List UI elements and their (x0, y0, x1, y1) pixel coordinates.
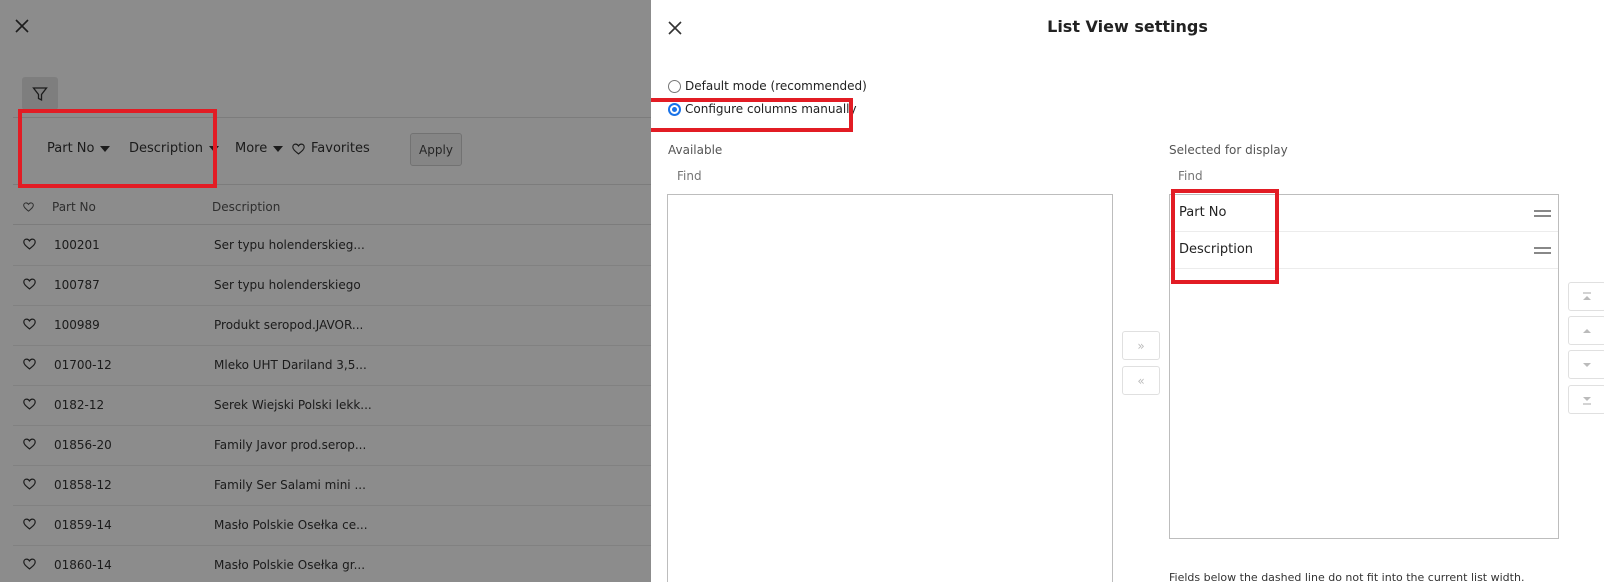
move-left-button[interactable]: « (1122, 366, 1160, 395)
radio-configure-manually[interactable]: Configure columns manually (668, 102, 857, 116)
panel-title: List View settings (1047, 17, 1208, 36)
radio-default-mode[interactable]: Default mode (recommended) (668, 79, 867, 93)
drag-handle-icon[interactable] (1534, 247, 1551, 254)
selected-item-label: Description (1179, 242, 1254, 257)
radio-label: Default mode (recommended) (685, 79, 867, 93)
move-to-bottom-icon (1583, 396, 1591, 405)
selected-label: Selected for display (1169, 143, 1288, 157)
move-to-bottom-button[interactable] (1568, 385, 1604, 414)
move-right-button[interactable]: » (1122, 331, 1160, 360)
available-find-input[interactable] (675, 168, 1099, 184)
radio-button[interactable] (668, 102, 681, 116)
background-list-page: Part No Description More Favorites Apply… (0, 0, 651, 582)
available-label: Available (668, 143, 723, 157)
available-list[interactable] (667, 194, 1113, 582)
move-up-button[interactable] (1568, 316, 1604, 345)
chevron-up-icon (1583, 328, 1591, 333)
move-to-top-button[interactable] (1568, 282, 1604, 311)
move-to-top-icon (1583, 291, 1591, 300)
radio-label: Configure columns manually (685, 102, 857, 116)
dashed-line-note: Fields below the dashed line do not fit … (1169, 571, 1525, 582)
move-down-button[interactable] (1568, 350, 1604, 379)
radio-button[interactable] (668, 79, 681, 93)
selected-item-label: Part No (1179, 205, 1227, 220)
modal-overlay[interactable] (0, 0, 651, 582)
selected-find-input[interactable] (1176, 168, 1540, 184)
double-chevron-left-icon: « (1137, 373, 1145, 388)
list-view-settings-panel: List View settings Default mode (recomme… (651, 0, 1604, 582)
selected-list[interactable]: Part No Description (1169, 194, 1559, 539)
double-chevron-right-icon: » (1137, 338, 1145, 353)
selected-item-description[interactable]: Description (1170, 232, 1558, 269)
drag-handle-icon[interactable] (1534, 210, 1551, 217)
selected-item-part-no[interactable]: Part No (1170, 195, 1558, 232)
chevron-down-icon (1583, 362, 1591, 367)
